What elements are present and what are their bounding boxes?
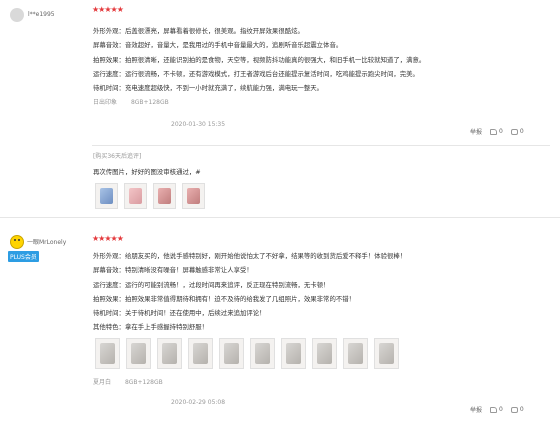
- review-line: 待机时间：关于待机时间！还在使用中，后续过来追加评论！: [93, 309, 266, 318]
- review-date: 2020-02-29 05:08: [171, 399, 226, 406]
- review-photo[interactable]: [95, 183, 118, 209]
- review-line: 外形外观：后盖很漂亮，屏幕看着很修长，很美观。指纹开屏效果很酷炫。: [93, 27, 304, 35]
- review-line: 待机时间：充电速度超级快，不到一小时就充满了，续航能力强，满电玩一整天。: [93, 84, 324, 93]
- rating-stars: ★★★★★: [92, 5, 124, 14]
- comment-count: 0: [519, 406, 524, 413]
- comment-button[interactable]: 0: [510, 406, 524, 413]
- comment-button[interactable]: 0: [510, 128, 524, 135]
- review-actions: 举报 0 0: [470, 405, 524, 414]
- report-link[interactable]: 举报: [470, 405, 482, 414]
- review-divider: [0, 217, 560, 218]
- like-button[interactable]: 0: [490, 406, 503, 413]
- thumbs-up-icon: [490, 128, 498, 135]
- storage-variant: 8GB+128GB: [130, 99, 169, 106]
- product-specs: 日出印象 8GB+128GB: [93, 97, 181, 106]
- followup-tag: [购买36天后追评]: [93, 153, 142, 160]
- like-count: 0: [499, 406, 503, 413]
- color-variant: 日出印象: [93, 99, 118, 106]
- comment-icon: [510, 406, 518, 413]
- username[interactable]: 一眼MrLonely: [27, 237, 66, 246]
- review-2: 一眼MrLonely PLUS会员 ★★★★★ 外形外观：给朋友买的，他说手感特…: [0, 222, 560, 428]
- like-count: 0: [499, 128, 503, 135]
- review-date: 2020-01-30 15:35: [171, 121, 226, 128]
- review-photo[interactable]: [182, 183, 205, 209]
- user-avatar[interactable]: [10, 8, 24, 22]
- review-photo[interactable]: [219, 338, 244, 369]
- review-actions: 举报 0 0: [470, 127, 524, 136]
- thumbs-up-icon: [490, 406, 498, 413]
- followup-photos: [95, 183, 205, 209]
- rating-stars: ★★★★★: [92, 234, 124, 243]
- review-photo[interactable]: [343, 338, 368, 369]
- review-line: 其他特色：拿在手上手感握持特别舒服！: [93, 323, 209, 332]
- review-photo[interactable]: [312, 338, 337, 369]
- review-photo[interactable]: [95, 338, 120, 369]
- review-photo[interactable]: [281, 338, 306, 369]
- review-photo[interactable]: [153, 183, 176, 209]
- review-photo[interactable]: [157, 338, 182, 369]
- storage-variant: 8GB+128GB: [124, 379, 163, 386]
- review-line: 外形外观：给朋友买的，他说手感特别好，刚开始他说怕太了不好拿，结果等的收到货后爱…: [93, 252, 407, 260]
- review-1: l**e1995 ★★★★★ 外形外观：后盖很漂亮，屏幕看着很修长，很美观。指纹…: [0, 0, 560, 209]
- review-line: 运行速度：运行很流畅，不卡顿，还有游戏模式，打王者游戏后台还能提示复活时间，吃鸡…: [93, 69, 419, 78]
- review-line: 运行速度：运行的可能别流畅！，过段时间再来追评，反正现在特别流畅，无卡顿！: [93, 280, 330, 289]
- review-line: 拍照效果：拍照效果非常值得期待和拥有！迫不及待的给我发了几组照片，效果非常的不错…: [93, 294, 356, 303]
- comment-count: 0: [519, 128, 524, 135]
- review-photos: [95, 338, 399, 369]
- product-specs: 夏月白 8GB+128GB: [93, 377, 175, 386]
- review-photo[interactable]: [126, 338, 151, 369]
- review-photo[interactable]: [188, 338, 213, 369]
- review-line: 屏幕音效：特别清晰没有噪音！屏幕触感非常让人享受！: [93, 266, 253, 275]
- review-photo[interactable]: [124, 183, 147, 209]
- review-line: 屏幕音效：音效超好，音量大，是我用过的手机中音量最大的，追剧听音乐超震立体音。: [93, 41, 343, 50]
- review-photo[interactable]: [374, 338, 399, 369]
- plus-member-badge: PLUS会员: [8, 251, 39, 262]
- username[interactable]: l**e1995: [28, 11, 55, 18]
- review-text: 外形外观：给朋友买的，他说手感特别好，刚开始他说怕太了不好拿，结果等的收到货后爱…: [93, 249, 406, 335]
- review-photo[interactable]: [250, 338, 275, 369]
- followup-text: 再次传图片，好好的图没审核通过，#: [93, 168, 201, 176]
- color-variant: 夏月白: [93, 379, 112, 386]
- like-button[interactable]: 0: [490, 128, 503, 135]
- followup-divider: [92, 145, 550, 146]
- review-text: 外形外观：后盖很漂亮，屏幕看着很修长，很美观。指纹开屏效果很酷炫。 屏幕音效：音…: [93, 24, 425, 95]
- report-link[interactable]: 举报: [470, 127, 482, 136]
- smiley-avatar-icon[interactable]: [10, 235, 24, 249]
- comment-icon: [510, 128, 518, 135]
- review-line: 拍照效果：拍照很清晰，还能识别拍的是食物，天空等，视频防抖功能真的很强大，和旧手…: [93, 55, 426, 64]
